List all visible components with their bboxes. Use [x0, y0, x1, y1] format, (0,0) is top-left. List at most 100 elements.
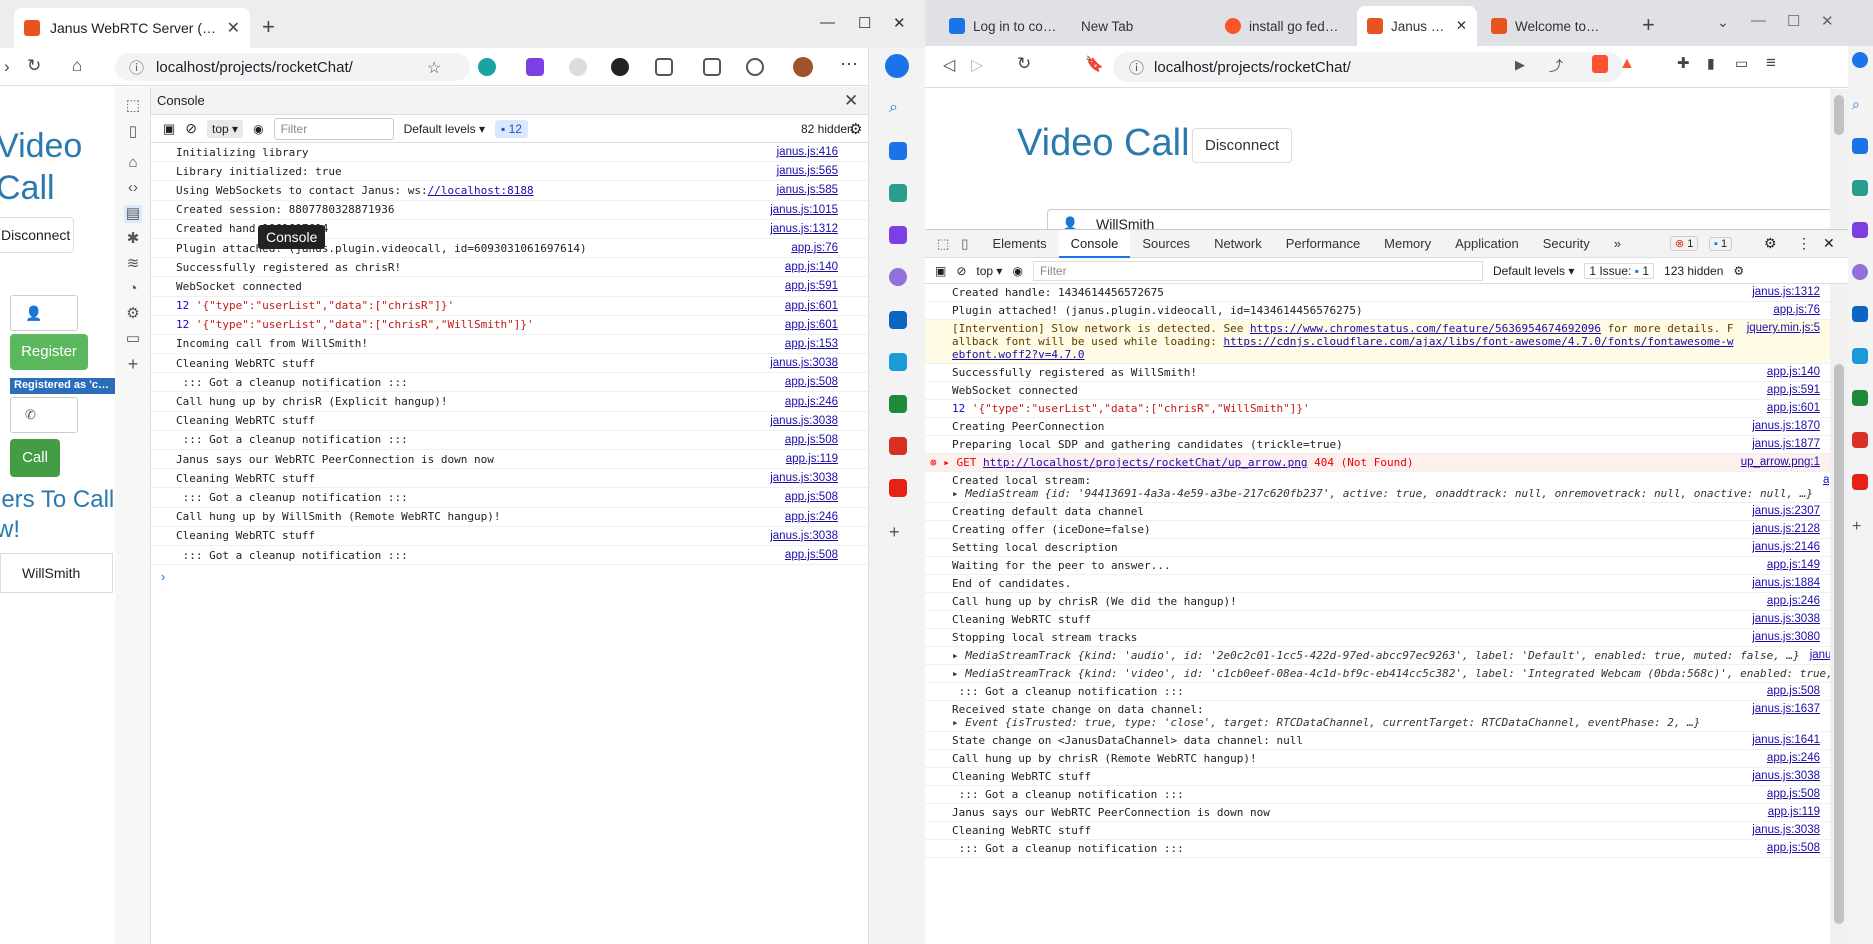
source-link[interactable]: app.js:246	[1757, 595, 1820, 608]
source-link[interactable]: app.js:508	[1757, 685, 1820, 698]
message-link[interactable]: //localhost:8188	[428, 184, 534, 197]
source-link[interactable]: app.js:601	[785, 300, 838, 312]
network-icon[interactable]: ≋	[124, 255, 142, 273]
close-panel-icon[interactable]: ✕	[844, 91, 858, 111]
source-link[interactable]: janus.js:3038	[770, 415, 838, 427]
source-link[interactable]: janus.js:3038	[1742, 770, 1820, 783]
source-link[interactable]: janus.js:2128	[1742, 523, 1820, 536]
source-link[interactable]: janus.js:1637	[1742, 703, 1820, 716]
outlook-icon[interactable]	[1852, 306, 1868, 322]
filter-input[interactable]: Filter	[1032, 260, 1483, 281]
source-link[interactable]: app.js:140	[785, 261, 838, 273]
source-link[interactable]: app.js:591	[785, 280, 838, 292]
tab-search-icon[interactable]: ⌄	[1717, 14, 1729, 31]
source-link[interactable]: janus.js:2146	[1742, 541, 1820, 554]
search-icon[interactable]: ⌕	[889, 99, 907, 117]
user-input-group[interactable]: 👤	[10, 295, 78, 331]
reload-icon[interactable]: ↻	[27, 56, 41, 76]
inspect-icon[interactable]: ⬚	[124, 97, 142, 115]
source-link[interactable]: app.js:246	[785, 396, 838, 408]
source-link[interactable]: app.js:149	[1757, 559, 1820, 572]
add-sidebar-icon[interactable]: +	[1852, 518, 1868, 535]
more-options-icon[interactable]: ⋮	[1797, 235, 1811, 252]
context-select[interactable]: top ▾	[976, 264, 1002, 278]
source-link[interactable]: app.js:508	[1757, 842, 1820, 855]
source-link[interactable]: janus.js:2307	[1742, 505, 1820, 518]
bookmark-icon[interactable]: 🔖	[1085, 55, 1104, 73]
url-field[interactable]: ⓘ localhost/projects/rocketChat/	[115, 53, 470, 81]
extension-icon[interactable]	[569, 58, 587, 76]
tab-install-go[interactable]: install go fedora -	[1215, 6, 1355, 46]
call-button[interactable]: Call	[10, 439, 60, 477]
tab-janus[interactable]: Janus WebRTC Server (multistr ✕	[14, 8, 250, 48]
message-link[interactable]: https://www.chromestatus.com/feature/563…	[1250, 322, 1601, 335]
source-link[interactable]: janus.js:3038	[770, 530, 838, 542]
gmail-icon[interactable]	[889, 437, 907, 455]
source-link[interactable]: janus.js:1312	[1742, 286, 1820, 299]
peer-input-group[interactable]: ✆	[10, 397, 78, 433]
tab-console[interactable]: Console	[1058, 229, 1131, 258]
tab-xampp[interactable]: Welcome to XAMP	[1481, 6, 1611, 46]
source-link[interactable]: janus.js:3038	[770, 357, 838, 369]
clear-console-icon[interactable]: ⊘	[956, 264, 966, 278]
source-link[interactable]: app.js:76	[1763, 304, 1820, 317]
performance-icon[interactable]	[746, 58, 764, 76]
source-link[interactable]: app.js:601	[1757, 402, 1820, 415]
sidebar-toggle-icon[interactable]: ▣	[935, 264, 946, 278]
close-tab-icon[interactable]: ✕	[1456, 18, 1467, 34]
error-count-badge[interactable]: ⊗ 1	[1670, 236, 1699, 251]
source-link[interactable]: app.js:153	[785, 338, 838, 350]
copilot-icon[interactable]	[1852, 264, 1868, 280]
close-tab-icon[interactable]: ✕	[227, 18, 240, 38]
tab-janus[interactable]: Janus WebRTC✕	[1357, 6, 1477, 46]
settings-gear-icon[interactable]: ⚙	[124, 305, 142, 323]
source-link[interactable]: app.js:508	[785, 434, 838, 446]
device-icon[interactable]: ▯	[124, 123, 142, 141]
console-prompt[interactable]: ›	[151, 565, 868, 584]
share-icon[interactable]: ⤴	[1549, 56, 1563, 76]
extensions-icon[interactable]: ✚	[1677, 54, 1690, 72]
source-link[interactable]: jquery.min.js:5	[1737, 322, 1820, 335]
youtube-icon[interactable]	[1852, 474, 1868, 490]
back-icon[interactable]: ◁	[943, 55, 955, 75]
source-link[interactable]: app.js:508	[1757, 788, 1820, 801]
source-link[interactable]: janus.js:3038	[1742, 613, 1820, 626]
console-icon[interactable]: ▤	[124, 205, 142, 223]
performance-icon[interactable]: ◔	[124, 280, 142, 298]
maximize-icon[interactable]: ☐	[858, 14, 871, 32]
source-link[interactable]: janus.js:3080	[1742, 631, 1820, 644]
message-count-badge[interactable]: ▪ 1	[1709, 236, 1733, 251]
add-sidebar-icon[interactable]: +	[889, 522, 907, 542]
new-tab-icon[interactable]: +	[1642, 12, 1655, 38]
more-tabs-icon[interactable]: »	[1602, 230, 1633, 258]
eye-icon[interactable]: ◉	[1012, 264, 1022, 278]
welcome-home-icon[interactable]: ⌂	[124, 154, 142, 172]
source-link[interactable]: janus.js:1015	[770, 204, 838, 216]
message-link[interactable]: http://localhost/projects/rocketChat/up_…	[983, 456, 1308, 469]
filter-input[interactable]: Filter	[273, 117, 394, 140]
tab-elements[interactable]: Elements	[980, 230, 1058, 258]
disconnect-button[interactable]: Disconnect	[1192, 128, 1293, 163]
levels-select[interactable]: Default levels ▾	[404, 122, 485, 136]
live-expression-eye-icon[interactable]: ◉	[253, 122, 263, 136]
games-icon[interactable]	[1852, 222, 1868, 238]
expandable-object[interactable]: ▸ MediaStream {id: '94413691-4a3a-4e59-a…	[952, 487, 1813, 500]
source-link[interactable]: app.js:119	[786, 453, 838, 465]
source-link[interactable]: janus.js:585	[777, 184, 838, 196]
brave-rewards-icon[interactable]: ▲	[1619, 55, 1635, 73]
issues-button[interactable]: 1 Issue: ▪ 1	[1584, 262, 1655, 279]
source-link[interactable]: app.js:508	[785, 376, 838, 388]
forward-icon[interactable]: ›	[4, 57, 10, 77]
source-link[interactable]: janus.js:416	[777, 146, 838, 158]
source-link[interactable]: app.js:508	[785, 549, 838, 561]
tab-memory[interactable]: Memory	[1372, 230, 1443, 258]
inspect-icon[interactable]: ⬚	[925, 236, 957, 252]
device-toolbar-icon[interactable]: ▯	[957, 236, 980, 252]
source-link[interactable]: janus.js:3038	[1742, 824, 1820, 837]
source-link[interactable]: app.js:246	[1757, 752, 1820, 765]
tab-sources[interactable]: Sources	[1130, 230, 1202, 258]
source-link[interactable]: app.js:140	[1757, 366, 1820, 379]
clear-console-icon[interactable]: ⊘	[185, 120, 197, 137]
user-list-item[interactable]: WillSmith	[0, 553, 113, 593]
source-link[interactable]: janus.js:1641	[1742, 734, 1820, 747]
